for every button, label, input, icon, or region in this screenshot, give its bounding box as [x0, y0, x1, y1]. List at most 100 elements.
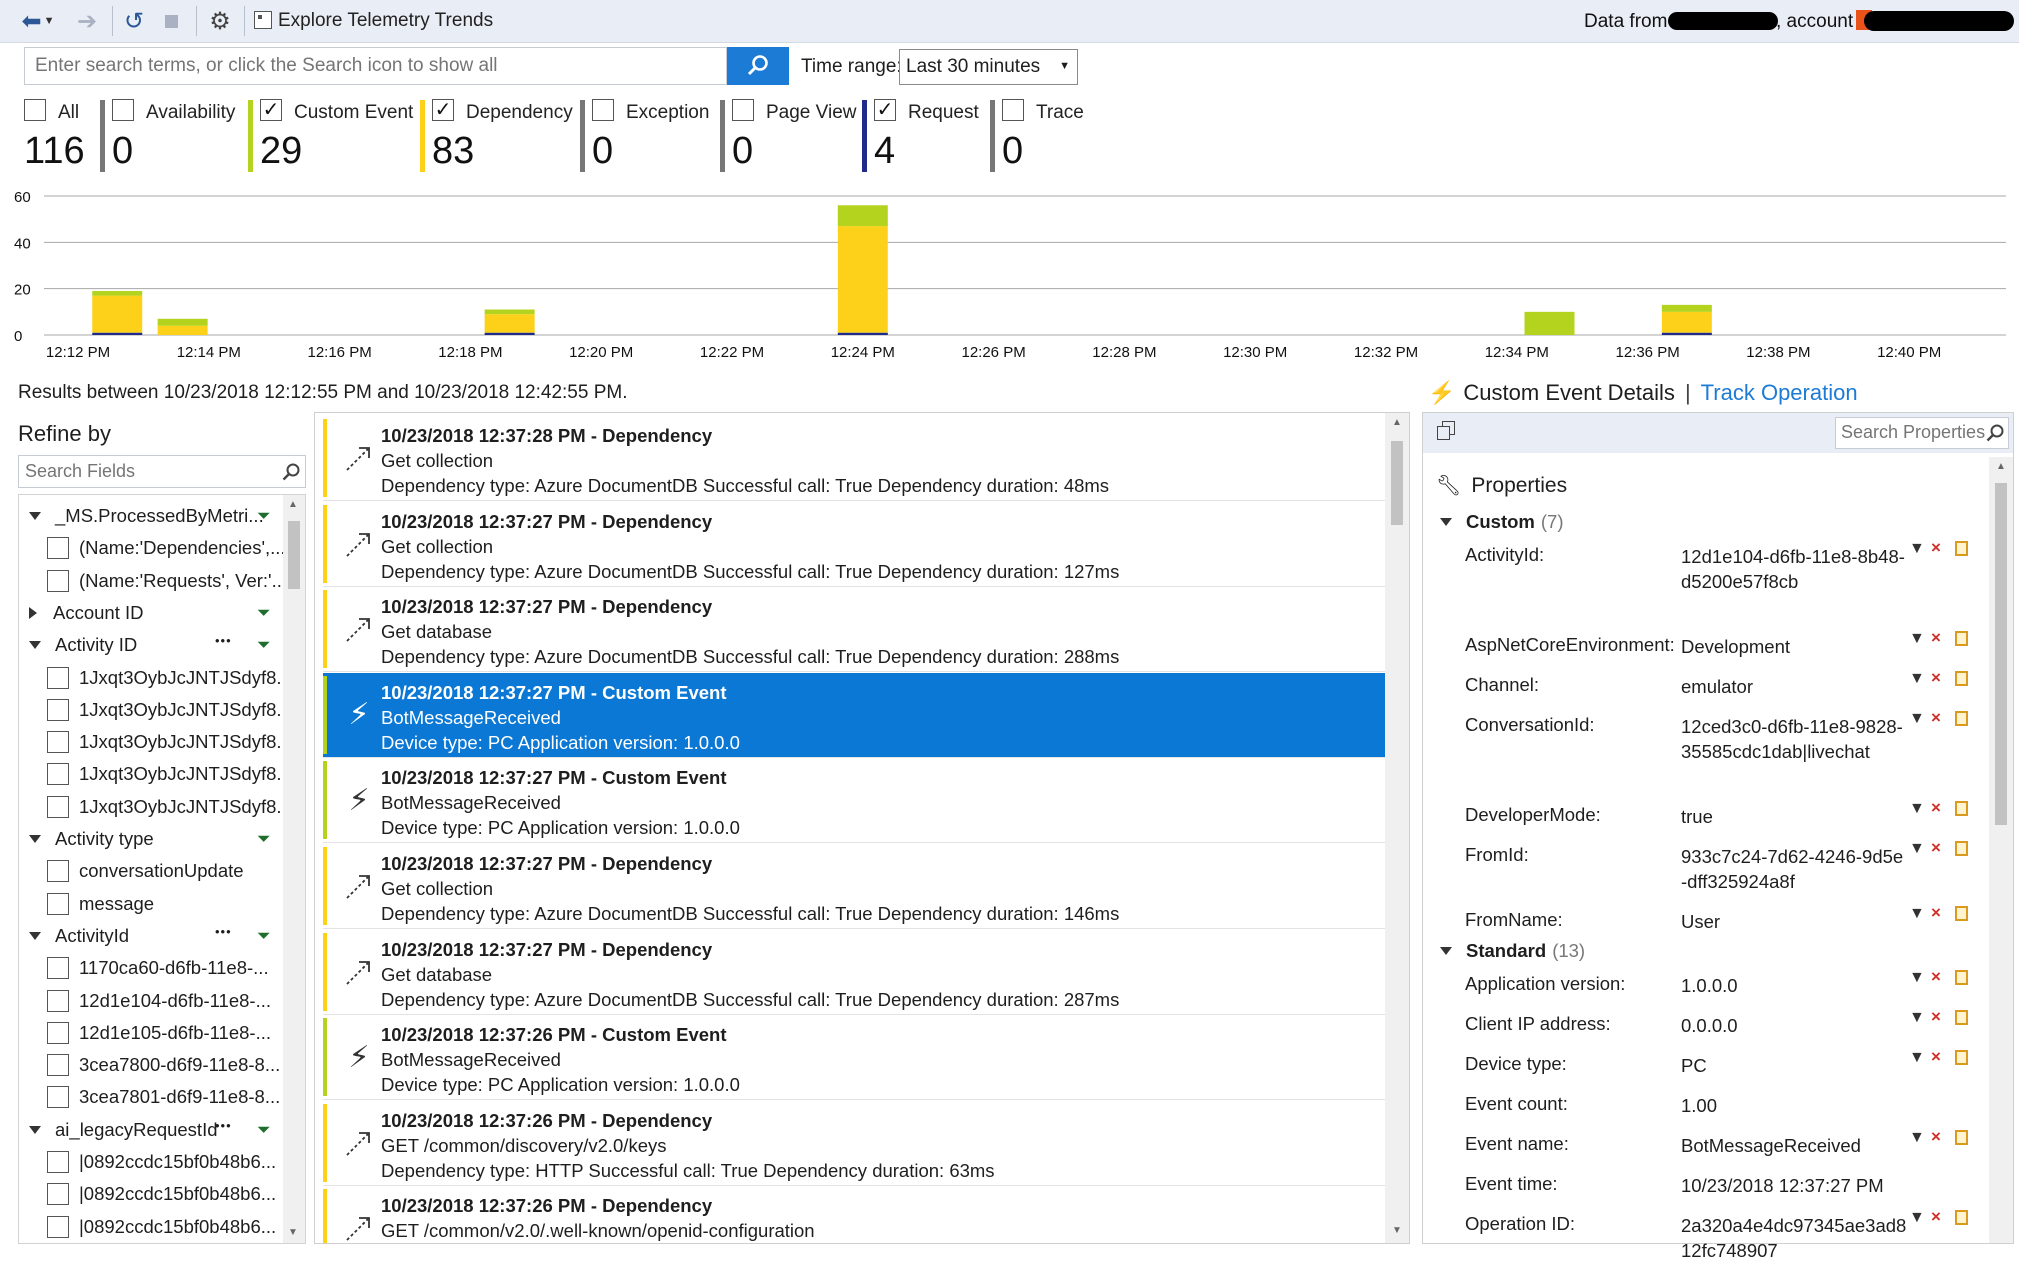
result-row[interactable]: ⚡︎ 10/23/2018 12:37:26 PM - Custom Event B…: [323, 1015, 1385, 1101]
search-button[interactable]: [727, 47, 789, 85]
result-row[interactable]: 10/23/2018 12:37:27 PM - Dependency Get d…: [323, 587, 1385, 673]
find-related-icon[interactable]: [1955, 1050, 1968, 1065]
refine-checkbox[interactable]: [47, 666, 69, 689]
filter-custom-event[interactable]: ✓ Custom Event 29: [248, 96, 413, 172]
filter-icon[interactable]: ▼: [1909, 800, 1925, 818]
refine-checkbox[interactable]: [47, 569, 69, 592]
result-row[interactable]: 10/23/2018 12:37:27 PM - Dependency Get d…: [323, 929, 1385, 1015]
collapse-icon[interactable]: [29, 606, 37, 619]
find-related-icon[interactable]: [1955, 1130, 1968, 1145]
exclude-filter-icon[interactable]: ×: [1931, 903, 1941, 923]
refine-value[interactable]: 1Jxqt3OybJcJNTJSdyf8...: [47, 792, 283, 822]
filter-icon[interactable]: ▼: [1909, 630, 1925, 648]
exclude-filter-icon[interactable]: ×: [1931, 1047, 1941, 1067]
refine-checkbox[interactable]: [47, 1086, 69, 1109]
property-search-input[interactable]: [1836, 418, 1994, 447]
filter-page-view[interactable]: Page View 0: [720, 96, 860, 172]
refine-checkbox[interactable]: [47, 795, 69, 818]
refine-checkbox[interactable]: [47, 860, 69, 883]
filter-icon[interactable]: ▼: [1909, 1129, 1925, 1147]
scroll-thumb[interactable]: [288, 521, 300, 589]
refine-value[interactable]: (Name:'Dependencies',...: [47, 533, 283, 563]
time-range-select[interactable]: Last 30 minutes ▼: [899, 49, 1078, 85]
refine-checkbox[interactable]: [47, 989, 69, 1012]
refine-checkbox[interactable]: [47, 537, 69, 560]
filter-checkbox[interactable]: [592, 99, 614, 121]
result-row[interactable]: ⚡︎ 10/23/2018 12:37:27 PM - Custom Event B…: [323, 758, 1385, 844]
scroll-thumb[interactable]: [1391, 441, 1403, 525]
filter-icon[interactable]: ▼: [1909, 1209, 1925, 1227]
find-related-icon[interactable]: [1955, 541, 1968, 556]
filter-checkbox[interactable]: [112, 99, 134, 121]
refine-value[interactable]: 1Jxqt3OybJcJNTJSdyf8...: [47, 727, 283, 757]
filter-dependency[interactable]: ✓ Dependency 83: [420, 96, 573, 172]
find-related-icon[interactable]: [1955, 906, 1968, 921]
filter-icon[interactable]: ▼: [1909, 540, 1925, 558]
find-related-icon[interactable]: [1955, 841, 1968, 856]
expand-icon[interactable]: [29, 1125, 41, 1134]
filter-icon[interactable]: ▼: [1909, 840, 1925, 858]
add-filter-icon[interactable]: ⏷: [257, 603, 271, 623]
copy-icon[interactable]: [1437, 421, 1455, 441]
find-related-icon[interactable]: [1955, 801, 1968, 816]
refine-checkbox[interactable]: [47, 1054, 69, 1077]
refine-group[interactable]: ActivityId ••• ⏷: [29, 921, 279, 951]
exclude-filter-icon[interactable]: ×: [1931, 1207, 1941, 1227]
refine-group[interactable]: ai_legacyRequestId ••• ⏷: [29, 1115, 279, 1145]
filter-checkbox[interactable]: [24, 99, 46, 121]
refine-checkbox[interactable]: [47, 1151, 69, 1173]
search-icon[interactable]: [1985, 423, 2005, 443]
refine-checkbox[interactable]: [47, 1183, 69, 1206]
filter-icon[interactable]: ▼: [1909, 1049, 1925, 1067]
find-related-icon[interactable]: [1955, 970, 1968, 985]
exclude-filter-icon[interactable]: ×: [1931, 1127, 1941, 1147]
result-row[interactable]: ⚡︎ 10/23/2018 12:37:27 PM - Custom Event B…: [323, 672, 1385, 758]
find-related-icon[interactable]: [1955, 631, 1968, 646]
filter-icon[interactable]: ▼: [1909, 969, 1925, 987]
result-row[interactable]: 10/23/2018 12:37:27 PM - Dependency Get c…: [323, 501, 1385, 587]
refine-checkbox[interactable]: [47, 698, 69, 721]
refine-value[interactable]: |0892ccdc15bf0b48b6...: [47, 1147, 283, 1177]
filter-checkbox[interactable]: ✓: [432, 99, 454, 121]
refine-checkbox[interactable]: [47, 892, 69, 915]
refine-value[interactable]: 1Jxqt3OybJcJNTJSdyf8...: [47, 663, 283, 693]
filter-exception[interactable]: Exception 0: [580, 96, 720, 172]
refine-checkbox[interactable]: [47, 763, 69, 786]
scroll-up-icon[interactable]: ▲: [1996, 461, 2006, 472]
refine-group[interactable]: Account ID ⏷: [29, 598, 279, 628]
filter-checkbox[interactable]: [732, 99, 754, 121]
exclude-filter-icon[interactable]: ×: [1931, 668, 1941, 688]
refine-value[interactable]: 1Jxqt3OybJcJNTJSdyf8...: [47, 759, 283, 789]
filter-trace[interactable]: Trace 0: [990, 96, 1130, 172]
search-input[interactable]: [25, 48, 726, 84]
refine-value[interactable]: |0892ccdc15bf0b48b6...: [47, 1212, 283, 1242]
refine-group[interactable]: Activity type ⏷: [29, 824, 279, 854]
refine-value[interactable]: 12d1e105-d6fb-11e8-...: [47, 1018, 283, 1048]
details-scrollbar[interactable]: ▲: [1989, 457, 2013, 1243]
scroll-down-icon[interactable]: ▼: [288, 1227, 298, 1238]
filter-checkbox[interactable]: ✓: [260, 99, 282, 121]
refine-value[interactable]: 1Jxqt3OybJcJNTJSdyf8...: [47, 695, 283, 725]
exclude-filter-icon[interactable]: ×: [1931, 628, 1941, 648]
expand-icon[interactable]: [29, 835, 41, 843]
add-filter-icon[interactable]: ⏷: [257, 635, 271, 655]
result-row[interactable]: 10/23/2018 12:37:28 PM - Dependency Get c…: [323, 416, 1385, 501]
refine-scrollbar[interactable]: ▲ ▼: [283, 495, 305, 1243]
refine-checkbox[interactable]: [47, 957, 69, 980]
result-row[interactable]: 10/23/2018 12:37:26 PM - Dependency GET /…: [323, 1100, 1385, 1186]
expand-icon[interactable]: [29, 512, 41, 520]
refine-value[interactable]: 3cea7800-d6f9-11e8-8...: [47, 1050, 283, 1080]
refine-value[interactable]: 12d1e104-d6fb-11e8-...: [47, 986, 283, 1016]
forward-button[interactable]: ➔: [74, 6, 100, 36]
result-row[interactable]: 10/23/2018 12:37:27 PM - Dependency Get c…: [323, 844, 1385, 929]
exclude-filter-icon[interactable]: ×: [1931, 838, 1941, 858]
search-icon[interactable]: [281, 462, 301, 482]
more-icon[interactable]: •••: [215, 633, 232, 648]
exclude-filter-icon[interactable]: ×: [1931, 967, 1941, 987]
exclude-filter-icon[interactable]: ×: [1931, 708, 1941, 728]
find-related-icon[interactable]: [1955, 1010, 1968, 1025]
results-scrollbar[interactable]: ▲ ▼: [1385, 413, 1409, 1243]
custom-group[interactable]: Custom (7): [1440, 511, 1564, 533]
add-filter-icon[interactable]: ⏷: [257, 926, 271, 946]
exclude-filter-icon[interactable]: ×: [1931, 798, 1941, 818]
